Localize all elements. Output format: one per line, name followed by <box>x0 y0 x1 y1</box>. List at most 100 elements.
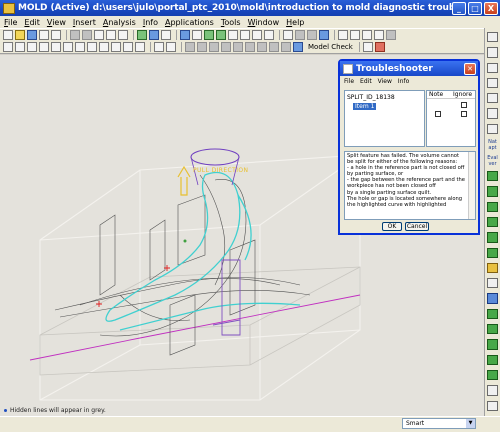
blank-icon[interactable] <box>154 42 164 52</box>
hidden-line-icon[interactable] <box>295 30 305 40</box>
round-icon[interactable] <box>487 262 498 274</box>
close-button[interactable]: X <box>484 1 498 15</box>
refit-icon[interactable] <box>228 30 238 40</box>
analysis-9-icon[interactable] <box>281 42 291 52</box>
annotation-icon[interactable] <box>386 30 396 40</box>
menu-applications[interactable]: Applications <box>165 18 214 27</box>
sweep-icon[interactable] <box>487 216 498 228</box>
select-arrow-icon[interactable] <box>362 42 373 52</box>
analysis-7-icon[interactable] <box>257 42 267 52</box>
saved-views-icon[interactable] <box>252 30 262 40</box>
undo-icon[interactable] <box>70 30 80 40</box>
menu-view[interactable]: View <box>47 18 66 27</box>
dialog-close-button[interactable]: ✕ <box>464 62 476 75</box>
analysis-5-icon[interactable] <box>233 42 243 52</box>
dialog-menu-info[interactable]: Info <box>398 78 409 85</box>
zoom-in-icon[interactable] <box>204 30 214 40</box>
minimize-button[interactable]: _ <box>452 1 466 15</box>
new-file-icon[interactable] <box>3 30 13 40</box>
analysis-1-icon[interactable] <box>185 42 195 52</box>
menu-analysis[interactable]: Analysis <box>103 18 136 27</box>
chevron-down-icon[interactable]: ▼ <box>466 419 475 428</box>
orient-icon[interactable] <box>192 30 202 40</box>
analysis-2-icon[interactable] <box>197 42 207 52</box>
analysis-4-icon[interactable] <box>221 42 231 52</box>
parting-surface-icon[interactable] <box>39 42 49 52</box>
dialog-menu-view[interactable]: View <box>378 78 392 85</box>
pattern-icon[interactable] <box>487 324 498 335</box>
datum-planes-icon[interactable] <box>338 30 348 40</box>
selection-filter[interactable]: Smart ▼ <box>402 418 476 429</box>
wireframe-icon[interactable] <box>283 30 293 40</box>
analysis-6-icon[interactable] <box>245 42 255 52</box>
dialog-menu-edit[interactable]: Edit <box>360 78 372 85</box>
save-icon[interactable] <box>27 30 37 40</box>
shading-icon[interactable] <box>319 30 329 40</box>
menu-window[interactable]: Window <box>248 18 280 27</box>
unblank-icon[interactable] <box>166 42 176 52</box>
repaint-icon[interactable] <box>180 30 190 40</box>
revolve-icon[interactable] <box>487 201 498 212</box>
runner-icon[interactable] <box>135 42 145 52</box>
parting-curve[interactable] <box>105 171 241 322</box>
right-toolbar-label-1[interactable]: Nat apt <box>485 139 500 151</box>
ok-button[interactable]: OK <box>382 222 402 231</box>
sketch-icon[interactable] <box>487 32 498 43</box>
volume-split-icon[interactable] <box>51 42 61 52</box>
email-icon[interactable] <box>51 30 61 40</box>
select-box-icon[interactable] <box>161 30 171 40</box>
cancel-button[interactable]: Cancel <box>405 222 429 231</box>
draft-icon[interactable] <box>487 293 498 304</box>
csys-icon[interactable] <box>487 108 498 119</box>
analysis-feature-icon[interactable] <box>487 123 498 135</box>
offset-icon[interactable] <box>487 385 498 396</box>
context-help-icon[interactable] <box>374 42 385 52</box>
error-marker[interactable] <box>96 301 102 307</box>
thickness-check-icon[interactable] <box>111 42 121 52</box>
model-check-label[interactable]: Model Check <box>308 43 353 51</box>
ignore-checkbox[interactable] <box>461 102 467 108</box>
no-hidden-icon[interactable] <box>307 30 317 40</box>
datum-axes-icon[interactable] <box>350 30 360 40</box>
datum-curve-icon[interactable] <box>487 77 498 89</box>
copy-icon[interactable] <box>106 30 116 40</box>
menu-info[interactable]: Info <box>143 18 158 27</box>
extract-icon[interactable] <box>63 42 73 52</box>
regenerate-icon[interactable] <box>137 30 147 40</box>
merge-icon[interactable] <box>487 354 498 365</box>
projected-area-icon[interactable] <box>123 42 133 52</box>
menu-edit[interactable]: Edit <box>24 18 40 27</box>
mold-opening-icon[interactable] <box>87 42 97 52</box>
mirror-icon[interactable] <box>487 339 498 350</box>
datum-point-icon[interactable] <box>487 93 498 104</box>
mold-layout-icon[interactable] <box>3 42 13 52</box>
analysis-8-icon[interactable] <box>269 42 279 52</box>
analysis-3-icon[interactable] <box>209 42 219 52</box>
datum-axis-icon[interactable] <box>487 62 498 73</box>
rib-icon[interactable] <box>487 308 498 320</box>
cut-icon[interactable] <box>94 30 104 40</box>
trim-icon[interactable] <box>487 369 498 381</box>
search-icon[interactable] <box>149 30 159 40</box>
shell-icon[interactable] <box>487 278 498 289</box>
redo-icon[interactable] <box>82 30 92 40</box>
model-check-icon[interactable] <box>293 42 303 52</box>
draft-check-icon[interactable] <box>99 42 109 52</box>
shrinkage-icon[interactable] <box>27 42 37 52</box>
ignore-checkbox[interactable] <box>461 111 467 117</box>
message-scrollbar[interactable] <box>468 152 475 219</box>
tree-child-item[interactable]: Item 1 <box>353 103 377 110</box>
datum-points-icon[interactable] <box>362 30 372 40</box>
right-toolbar-label-2[interactable]: Eval ver <box>485 155 500 167</box>
layers-icon[interactable] <box>264 30 274 40</box>
tree-root-item[interactable]: SPLIT_ID_18138 <box>347 94 422 101</box>
note-checkbox[interactable] <box>435 111 441 117</box>
menu-insert[interactable]: Insert <box>73 18 96 27</box>
menu-file[interactable]: File <box>4 18 17 27</box>
mold-component-icon[interactable] <box>487 171 498 182</box>
dialog-menu-file[interactable]: File <box>344 78 354 85</box>
extrude-icon[interactable] <box>487 186 498 197</box>
coordinate-system-icon[interactable] <box>374 30 384 40</box>
casting-icon[interactable] <box>75 42 85 52</box>
thicken-icon[interactable] <box>487 400 498 411</box>
